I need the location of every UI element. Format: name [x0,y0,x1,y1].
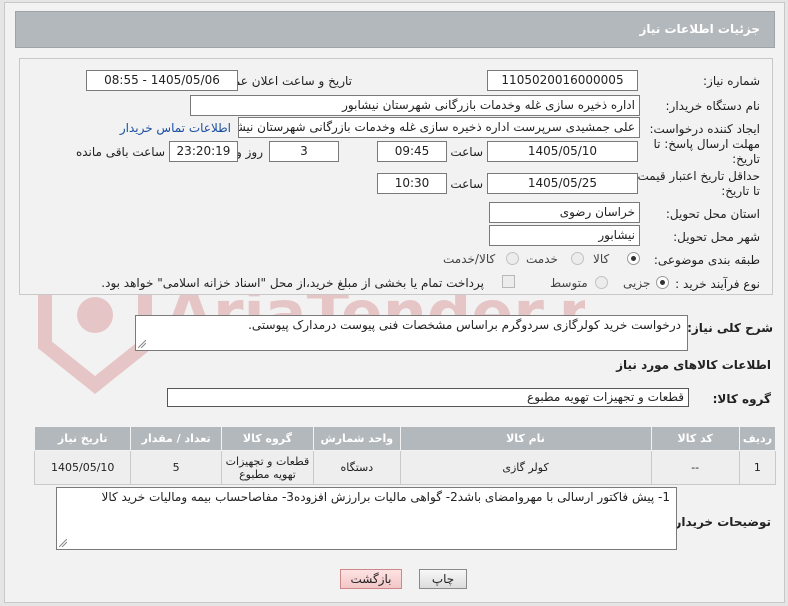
buyer-notes-text: 1- پیش فاکتور ارسالی با مهروامضای باشد2-… [101,490,670,504]
remaining-label: ساعت باقی مانده [75,145,165,159]
goods-table: ردیف کد کالا نام کالا واحد شمارش گروه کا… [33,426,777,485]
buyer-org-label: نام دستگاه خریدار: [665,99,761,113]
category-radio-service[interactable] [571,252,584,265]
cell-quantity: 5 [130,450,222,485]
process-label: نوع فرآیند خرید : [675,277,760,291]
col-quantity: تعداد / مقدار [130,426,222,451]
table-row: 1 -- کولر گازی دستگاه قطعات و تجهیزات ته… [33,450,777,485]
validity-date-field: 1405/05/25 [487,173,638,194]
col-group: گروه کالا [220,426,315,451]
cell-row: 1 [738,450,777,485]
category-label: طبقه بندی موضوعی: [653,253,760,267]
min-validity-label-2: تا تاریخ: [721,184,760,198]
category-radio-both-label: کالا/خدمت [443,252,496,266]
category-radio-goods-label: کالا [593,252,610,266]
days-field: 3 [269,141,339,162]
deadline-label-1: مهلت ارسال پاسخ: تا [653,137,760,151]
need-number-label: شماره نیاز: [703,74,760,88]
buyer-contact-link[interactable]: اطلاعات تماس خریدار [120,121,231,135]
validity-time-label: ساعت [450,177,483,191]
remaining-time-field: 23:20:19 [169,141,238,162]
buyer-org-field: اداره ذخیره سازی غله وخدمات بازرگانی شهر… [190,95,640,116]
buyer-notes-textarea[interactable]: 1- پیش فاکتور ارسالی با مهروامضای باشد2-… [56,487,677,550]
goods-group-label: گروه کالا: [712,392,771,406]
cell-group: قطعات و تجهیزات تهویه مطبوع [220,450,315,485]
cell-code: -- [650,450,740,485]
announce-field: 1405/05/06 - 08:55 [86,70,238,91]
description-text: درخواست خرید کولرگازی سردوگرم براساس مشخ… [248,318,681,332]
province-label: استان محل تحویل: [665,207,760,221]
need-info-panel: شماره نیاز: 1105020016000005 تاریخ و ساع… [19,58,773,295]
goods-section-title: اطلاعات کالاهای مورد نیاز [616,358,771,372]
col-name: نام کالا [399,426,652,451]
goods-group-field: قطعات و تجهیزات تهویه مطبوع [167,388,689,407]
col-unit: واحد شمارش [313,426,401,451]
treasury-payment-checkbox[interactable] [502,275,515,288]
validity-time-field: 10:30 [377,173,447,194]
days-label: روز و [236,145,263,159]
resize-handle-icon[interactable] [59,539,67,547]
deadline-time-field: 09:45 [377,141,447,162]
cell-unit: دستگاه [313,450,401,485]
page-title: جزئیات اطلاعات نیاز [639,22,760,36]
process-radio-medium[interactable] [595,276,608,289]
back-button[interactable]: بازگشت [340,569,402,589]
header-bar: جزئیات اطلاعات نیاز [15,11,775,48]
col-code: کد کالا [650,426,740,451]
province-field: خراسان رضوی [489,202,640,223]
col-row: ردیف [738,426,777,451]
buyer-notes-label: توضیحات خریدار: [669,515,771,529]
creator-field: علی جمشیدی سرپرست اداره ذخیره سازی غله و… [238,117,640,138]
process-radio-minor-label: جزیی [623,276,651,290]
creator-label: ایجاد کننده درخواست: [649,122,760,136]
need-number-field: 1105020016000005 [487,70,638,91]
deadline-label-2: تاریخ: [732,152,760,166]
category-radio-goods[interactable] [627,252,640,265]
process-radio-medium-label: متوسط [550,276,588,290]
deadline-time-label: ساعت [450,145,483,159]
cell-name: کولر گازی [399,450,652,485]
col-need-date: تاریخ نیاز [33,426,132,451]
resize-handle-icon[interactable] [138,340,146,348]
city-label: شهر محل تحویل: [673,230,760,244]
treasury-payment-note: پرداخت تمام یا بخشی از مبلغ خرید،از محل … [101,276,484,290]
category-radio-service-label: خدمت [526,252,558,266]
city-field: نیشابور [489,225,640,246]
goods-table-header: ردیف کد کالا نام کالا واحد شمارش گروه کا… [33,426,777,451]
category-radio-both[interactable] [506,252,519,265]
description-label: شرح کلی نیاز: [687,321,773,335]
description-textarea[interactable]: درخواست خرید کولرگازی سردوگرم براساس مشخ… [135,315,688,351]
cell-need-date: 1405/05/10 [33,450,132,485]
print-button[interactable]: چاپ [419,569,467,589]
deadline-date-field: 1405/05/10 [487,141,638,162]
page-container: جزئیات اطلاعات نیاز AriaTender.neT شماره… [4,2,785,603]
min-validity-label-1: حداقل تاریخ اعتبار قیمت: [633,169,760,183]
process-radio-minor[interactable] [656,276,669,289]
